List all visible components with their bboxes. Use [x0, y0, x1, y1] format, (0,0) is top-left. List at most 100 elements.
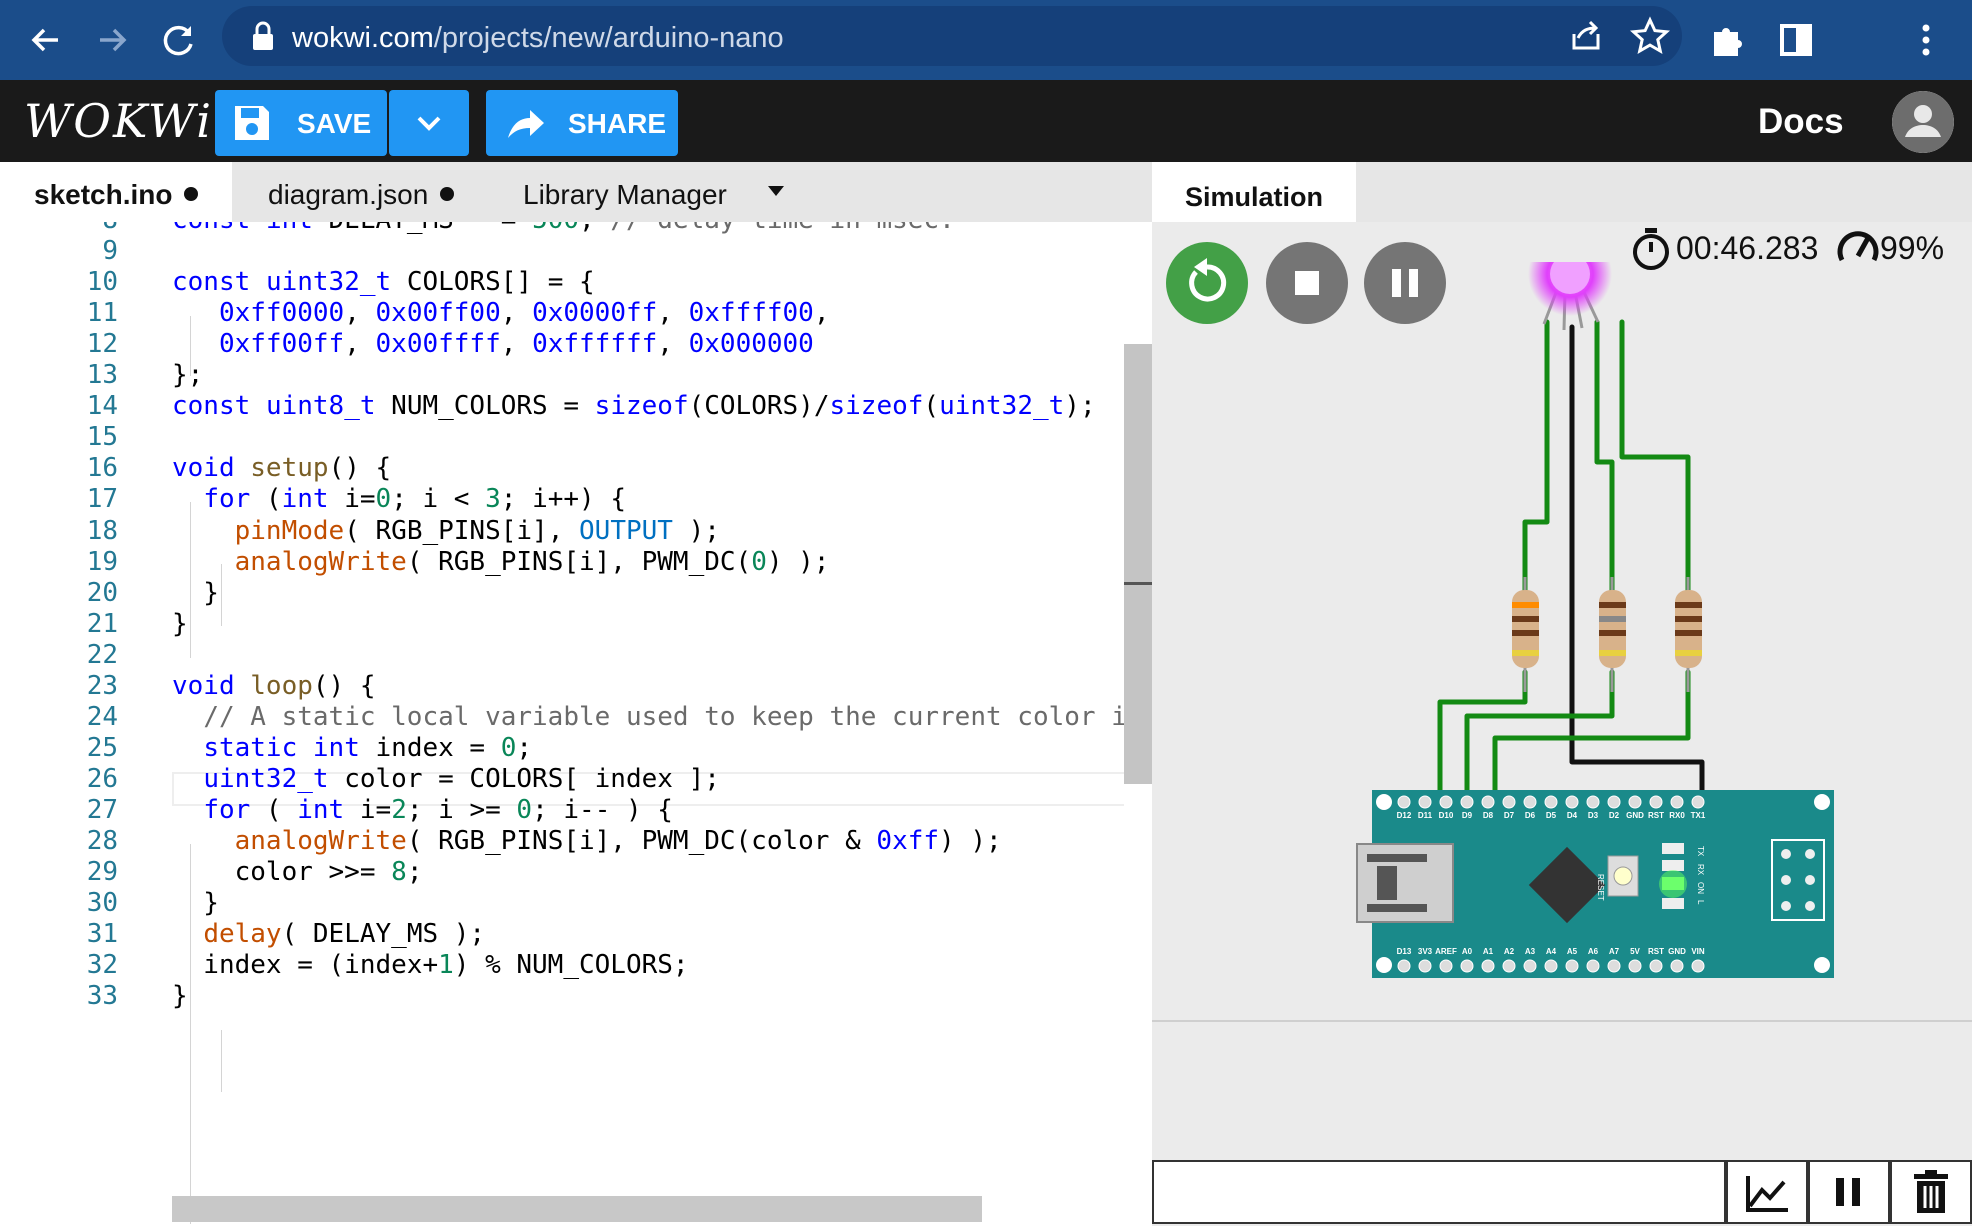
- bottom-pin[interactable]: [1670, 959, 1684, 973]
- bottom-pin[interactable]: [1397, 959, 1411, 973]
- docs-link[interactable]: Docs: [1758, 102, 1844, 142]
- tab-diagram-json[interactable]: diagram.json: [268, 162, 455, 222]
- bottom-pin[interactable]: [1586, 959, 1600, 973]
- bottom-pin-label: A0: [1462, 947, 1473, 956]
- bottom-pin[interactable]: [1418, 959, 1432, 973]
- code-line[interactable]: index = (index+1) % NUM_COLORS;: [172, 950, 688, 980]
- bottom-pin[interactable]: [1439, 959, 1453, 973]
- address-bar[interactable]: wokwi.com/projects/new/arduino-nano: [222, 6, 1682, 66]
- top-pin[interactable]: [1691, 795, 1705, 809]
- code-line[interactable]: const uint32_t COLORS[] = {: [172, 267, 595, 297]
- bottom-pin[interactable]: [1481, 959, 1495, 973]
- simulation-tabs: Simulation: [1152, 162, 1972, 222]
- top-pin[interactable]: [1628, 795, 1642, 809]
- resistor-1[interactable]: [1512, 577, 1539, 692]
- code-editor[interactable]: 8 const int DELAY_MS = 500; // delay time…: [0, 222, 1152, 1224]
- code-line[interactable]: }: [172, 578, 219, 608]
- code-line[interactable]: const int DELAY_MS = 500; // delay time …: [172, 222, 955, 235]
- save-dropdown-button[interactable]: [389, 90, 469, 156]
- share-button[interactable]: SHARE: [486, 90, 678, 156]
- code-line[interactable]: static int index = 0;: [172, 733, 532, 763]
- circuit-canvas[interactable]: D12 D11 D10 D9 D8 D7 D6 D5 D4 D3 D2 GND RST RX0 TX1 D1…: [1152, 262, 1972, 1022]
- top-pin[interactable]: [1649, 795, 1663, 809]
- bottom-pin[interactable]: [1502, 959, 1516, 973]
- forward-arrow-icon[interactable]: [90, 18, 134, 62]
- code-line[interactable]: const uint8_t NUM_COLORS = sizeof(COLORS…: [172, 391, 1096, 421]
- code-line[interactable]: void setup() {: [172, 453, 391, 483]
- user-icon: [1892, 91, 1954, 153]
- bottom-pin[interactable]: [1649, 959, 1663, 973]
- top-pin[interactable]: [1460, 795, 1474, 809]
- code-line[interactable]: }: [172, 609, 188, 639]
- top-pin[interactable]: [1523, 795, 1537, 809]
- bottom-pin-label: A1: [1483, 947, 1494, 956]
- top-pin[interactable]: [1502, 795, 1516, 809]
- line-number: 31: [86, 919, 118, 950]
- board-label-tx: TX: [1696, 846, 1705, 857]
- code-line[interactable]: // A static local variable used to keep …: [172, 702, 1142, 732]
- bottom-pin[interactable]: [1544, 959, 1558, 973]
- extensions-icon[interactable]: [1706, 18, 1750, 62]
- code-line[interactable]: }: [172, 888, 219, 918]
- code-line[interactable]: uint32_t color = COLORS[ index ];: [172, 764, 720, 794]
- board-label-reset: RESET: [1596, 874, 1605, 901]
- top-pin[interactable]: [1565, 795, 1579, 809]
- arduino-nano-board[interactable]: D12 D11 D10 D9 D8 D7 D6 D5 D4 D3 D2 GND RST RX0 TX1 D1…: [1356, 790, 1834, 978]
- line-number: 17: [86, 484, 118, 515]
- user-avatar[interactable]: [1892, 91, 1954, 153]
- sidepanel-icon[interactable]: [1774, 18, 1818, 62]
- clear-serial-button[interactable]: [1890, 1160, 1972, 1224]
- top-pin[interactable]: [1481, 795, 1495, 809]
- wokwi-logo[interactable]: WOKWi: [24, 94, 213, 148]
- top-pin-label: TX1: [1691, 811, 1706, 820]
- code-line[interactable]: 0xff0000, 0x00ff00, 0x0000ff, 0xffff00,: [172, 298, 830, 328]
- code-line[interactable]: }: [172, 981, 188, 1011]
- code-line[interactable]: void loop() {: [172, 671, 376, 701]
- plotter-button[interactable]: [1726, 1160, 1808, 1224]
- code-line[interactable]: for ( int i=2; i >= 0; i-- ) {: [172, 795, 673, 825]
- code-line[interactable]: delay( DELAY_MS );: [172, 919, 485, 949]
- editor-horizontal-scrollbar[interactable]: [172, 1196, 982, 1222]
- serial-pause-button[interactable]: [1808, 1160, 1890, 1224]
- rgb-led[interactable]: [1528, 262, 1612, 331]
- code-line[interactable]: analogWrite( RGB_PINS[i], PWM_DC(color &…: [172, 826, 1002, 856]
- code-line[interactable]: for (int i=0; i < 3; i++) {: [172, 484, 626, 514]
- bottom-pin[interactable]: [1691, 959, 1705, 973]
- code-line[interactable]: };: [172, 360, 203, 390]
- top-pin[interactable]: [1544, 795, 1558, 809]
- tab-simulation[interactable]: Simulation: [1152, 162, 1356, 222]
- top-pin[interactable]: [1670, 795, 1684, 809]
- bottom-pin[interactable]: [1460, 959, 1474, 973]
- tab-sketch-ino[interactable]: sketch.ino: [0, 162, 232, 222]
- star-icon[interactable]: [1628, 14, 1672, 58]
- editor-scrollbar[interactable]: [1124, 222, 1152, 1224]
- bottom-pin[interactable]: [1523, 959, 1537, 973]
- chart-icon: [1746, 1176, 1788, 1212]
- top-pin-label: D2: [1609, 811, 1620, 820]
- caret-down-icon[interactable]: [766, 184, 786, 198]
- tab-library-manager[interactable]: Library Manager: [523, 162, 727, 222]
- resistor-2[interactable]: [1599, 577, 1626, 692]
- top-pin[interactable]: [1397, 795, 1411, 809]
- share-icon[interactable]: [1564, 14, 1608, 58]
- top-pin[interactable]: [1607, 795, 1621, 809]
- top-pin[interactable]: [1439, 795, 1453, 809]
- top-pin[interactable]: [1586, 795, 1600, 809]
- code-line[interactable]: 0xff00ff, 0x00ffff, 0xffffff, 0x000000: [172, 329, 814, 359]
- reload-icon[interactable]: [156, 18, 200, 62]
- top-pin[interactable]: [1418, 795, 1432, 809]
- save-button[interactable]: SAVE: [215, 90, 387, 156]
- bottom-pin[interactable]: [1607, 959, 1621, 973]
- menu-dots-icon[interactable]: [1904, 18, 1948, 62]
- code-line[interactable]: color >>= 8;: [172, 857, 423, 887]
- bottom-pin[interactable]: [1628, 959, 1642, 973]
- bottom-pin[interactable]: [1565, 959, 1579, 973]
- resistor-3[interactable]: [1675, 577, 1702, 692]
- editor-tabs: sketch.ino diagram.json Library Manager: [0, 162, 1152, 222]
- bottom-pin-label: 5V: [1630, 947, 1640, 956]
- back-arrow-icon[interactable]: [24, 18, 68, 62]
- code-line[interactable]: pinMode( RGB_PINS[i], OUTPUT );: [172, 516, 720, 546]
- bottom-pin-label: A4: [1546, 947, 1557, 956]
- serial-input[interactable]: [1152, 1160, 1726, 1224]
- code-line[interactable]: analogWrite( RGB_PINS[i], PWM_DC(0) );: [172, 547, 830, 577]
